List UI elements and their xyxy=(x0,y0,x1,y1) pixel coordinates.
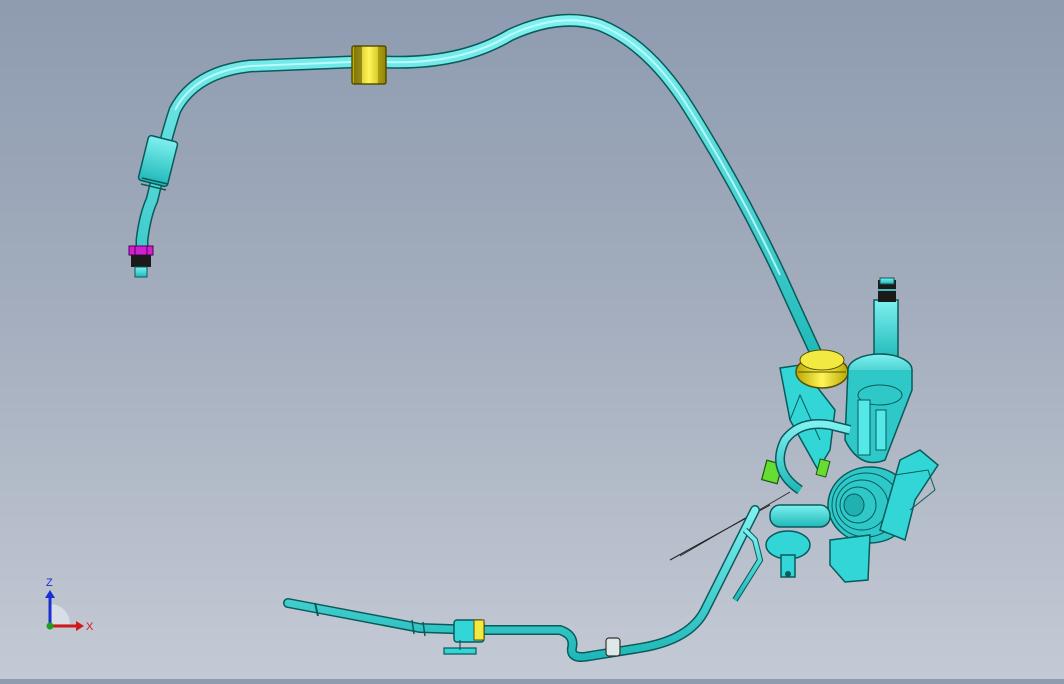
y-axis-icon xyxy=(46,622,54,630)
return-line[interactable] xyxy=(283,505,760,662)
x-axis-label: X xyxy=(86,621,94,633)
hex-nut[interactable] xyxy=(128,245,154,278)
pressure-hose[interactable] xyxy=(135,13,827,369)
hose-clip-lower[interactable] xyxy=(605,637,621,657)
hose-clamp-upper[interactable] xyxy=(351,45,387,85)
pipe-connector-clip[interactable] xyxy=(760,458,831,485)
hose-clamp-gear[interactable] xyxy=(795,349,849,389)
model-canvas[interactable] xyxy=(0,0,1064,679)
orientation-triad: Z X xyxy=(30,574,100,638)
z-axis-label: Z xyxy=(46,577,53,589)
hose-end-fitting[interactable] xyxy=(137,134,179,191)
input-shaft[interactable] xyxy=(873,277,899,361)
tie-rod-end[interactable] xyxy=(765,504,831,578)
cad-viewport[interactable]: Z X xyxy=(0,0,1064,679)
